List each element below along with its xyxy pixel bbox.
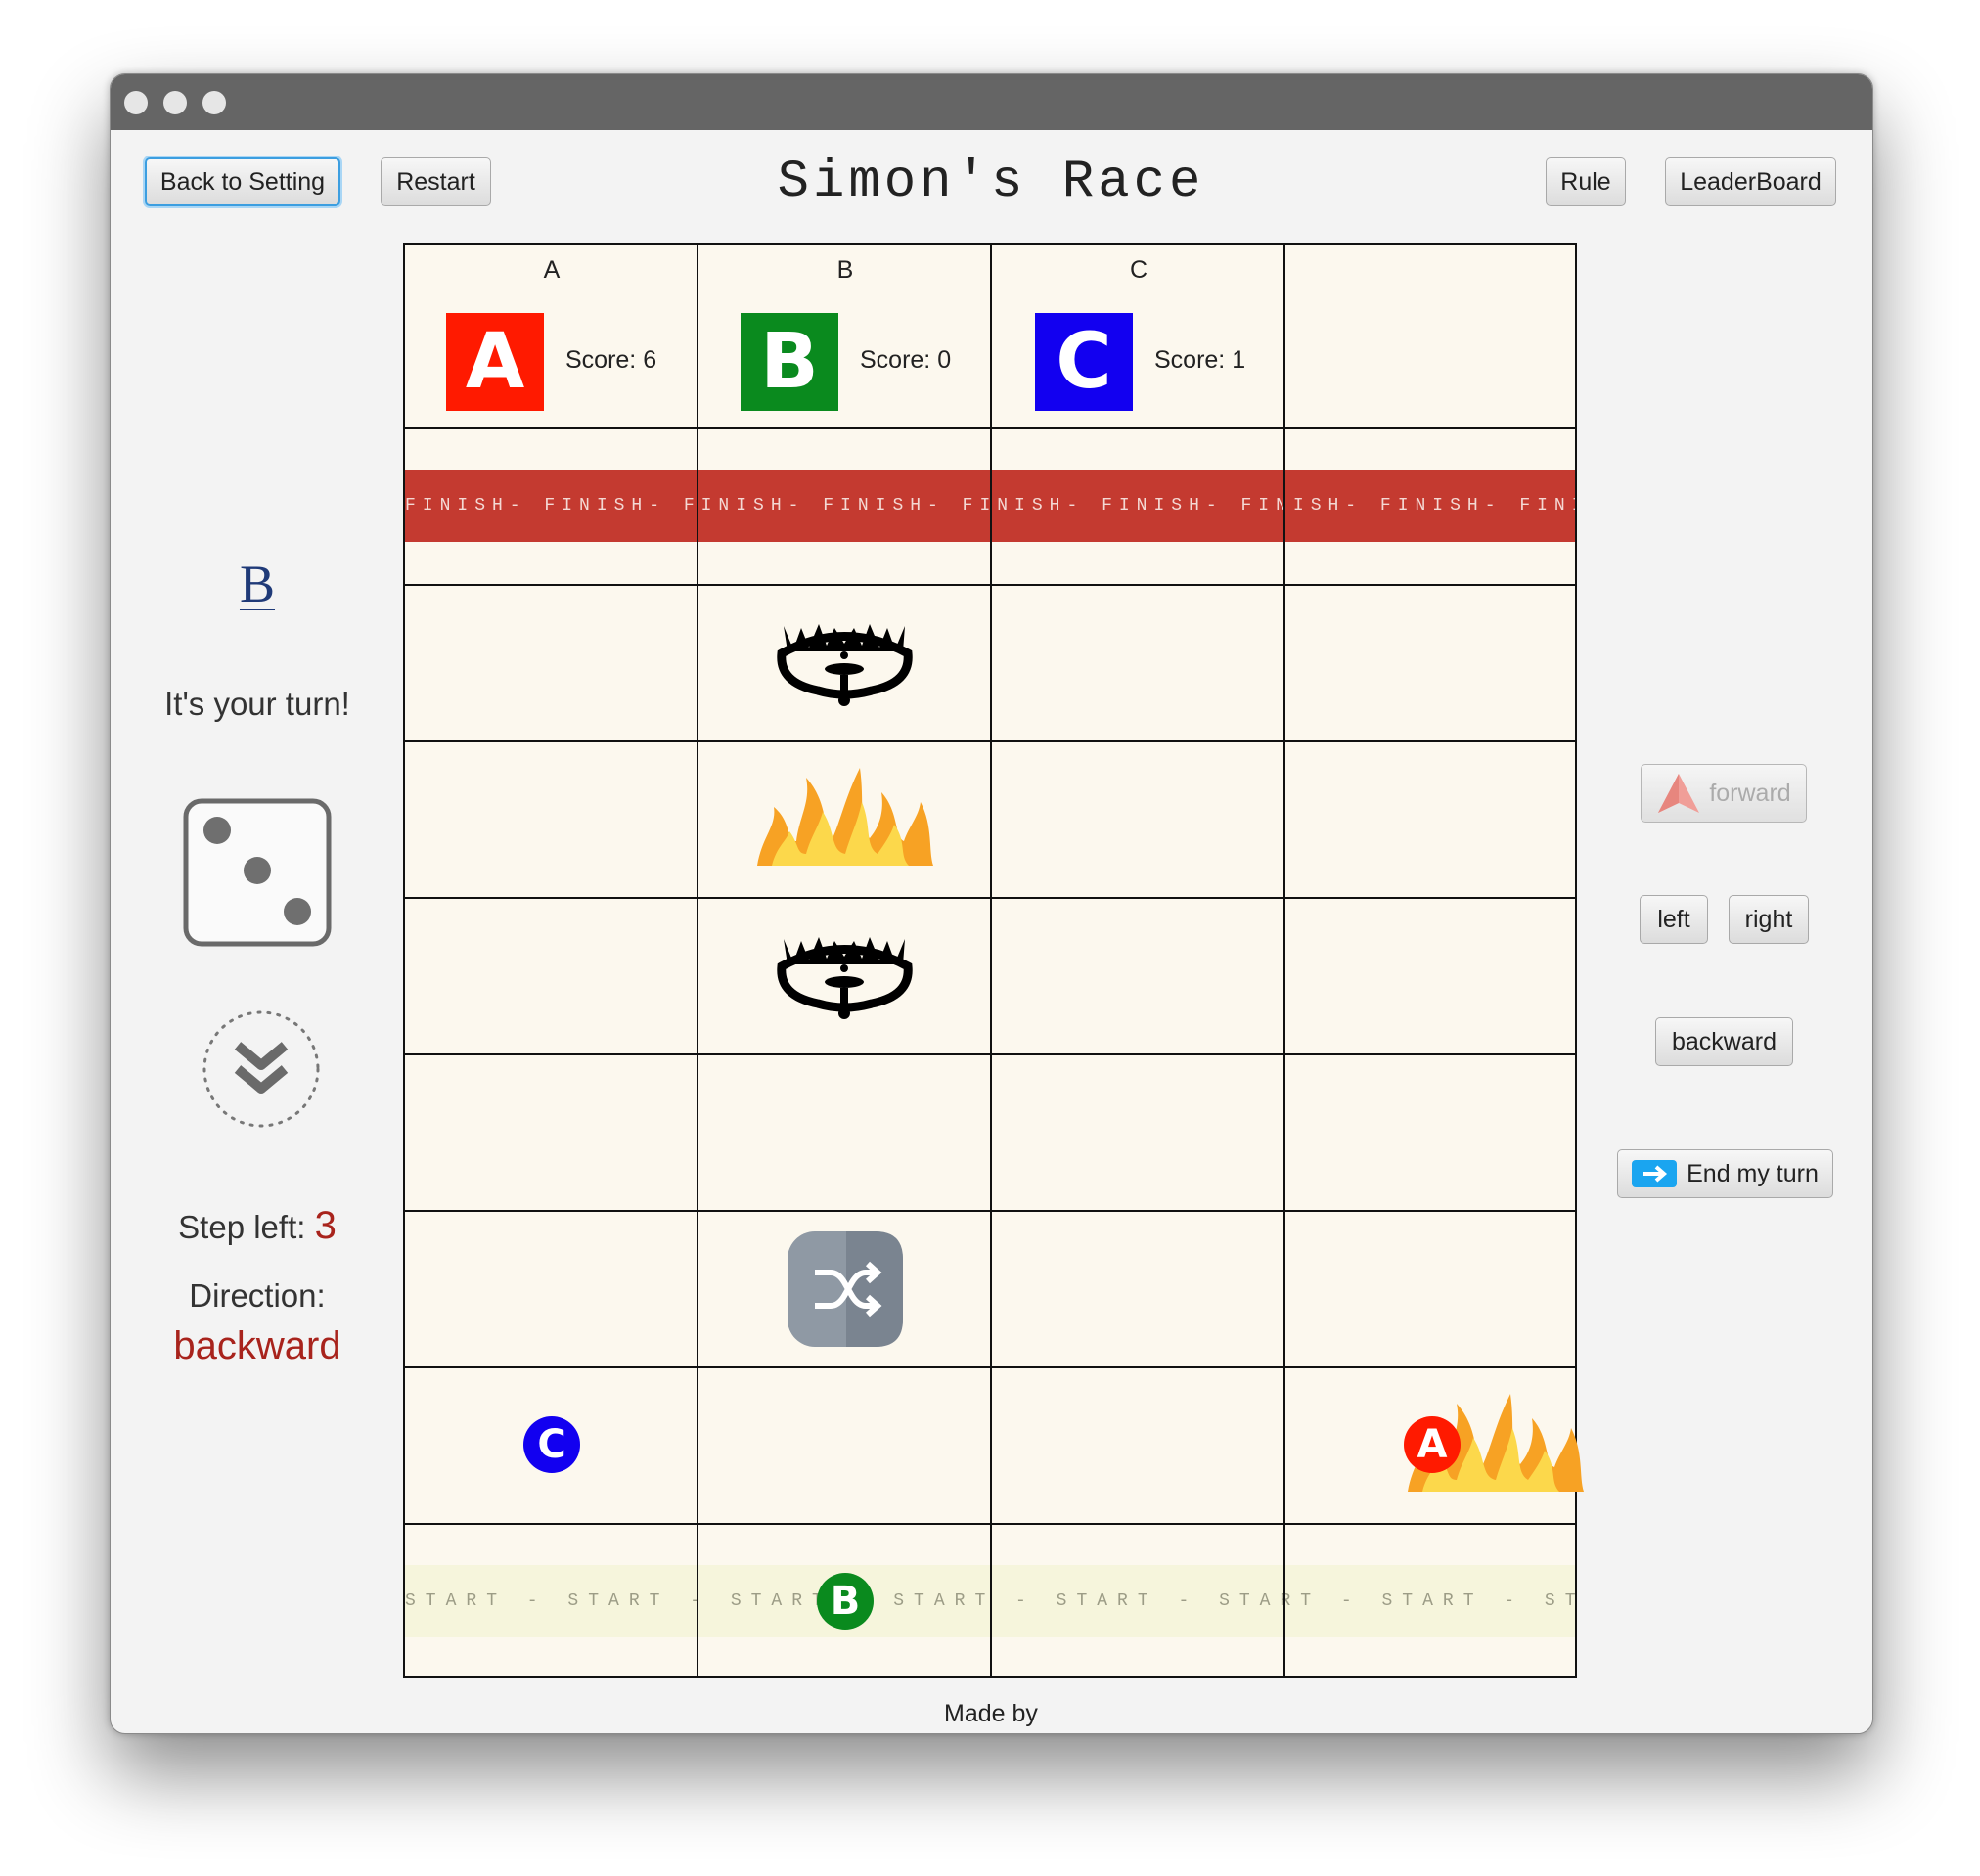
page-title: Simon's Race <box>777 153 1205 212</box>
title-bar <box>111 74 1872 130</box>
player-a-score: Score: 6 <box>565 346 657 374</box>
column-header-b: B <box>836 256 854 284</box>
app-window: Back to Setting Restart Simon's Race Rul… <box>110 73 1873 1734</box>
window-close-button[interactable] <box>124 91 148 114</box>
dice-pip <box>244 857 271 884</box>
back-to-setting-button[interactable]: Back to Setting <box>145 157 340 206</box>
end-turn-label: End my turn <box>1687 1159 1819 1187</box>
steps-left-row: Step left: 3 <box>130 1204 384 1248</box>
player-a-token: A <box>1404 1416 1461 1473</box>
steps-left-label: Step left: <box>178 1209 306 1245</box>
column-header-c: C <box>1129 256 1148 284</box>
window-maximize-button[interactable] <box>202 91 226 114</box>
dice-pip <box>284 898 311 925</box>
right-button[interactable]: right <box>1729 895 1809 944</box>
bear-trap-icon <box>777 624 913 706</box>
bear-trap-icon <box>777 937 913 1019</box>
player-c-score: Score: 1 <box>1154 346 1246 374</box>
player-c-token: C <box>523 1416 580 1473</box>
forward-arrow-icon <box>1658 774 1700 813</box>
direction-value: backward <box>173 1324 341 1367</box>
double-chevron-down-icon[interactable] <box>201 1008 322 1130</box>
dice-face[interactable] <box>183 798 332 947</box>
rule-button[interactable]: Rule <box>1546 157 1626 206</box>
window-minimize-button[interactable] <box>163 91 187 114</box>
player-b-token: B <box>817 1573 874 1630</box>
arrow-right-icon <box>1632 1160 1678 1187</box>
player-b-score: Score: 0 <box>860 346 952 374</box>
player-b-badge: B <box>741 313 838 411</box>
left-button[interactable]: left <box>1640 895 1708 944</box>
end-turn-button[interactable]: End my turn <box>1617 1149 1833 1198</box>
backward-button[interactable]: backward <box>1655 1017 1793 1066</box>
footer-credit: Made by <box>944 1700 1038 1727</box>
turn-message: It's your turn! <box>164 686 350 722</box>
player-a-badge: A <box>446 313 544 411</box>
steps-left-value: 3 <box>314 1204 337 1247</box>
player-c-badge: C <box>1035 313 1133 411</box>
race-board: FINISH- FINISH- FINISH- FINISH- FINISH- … <box>403 243 1584 1678</box>
direction-label: Direction: <box>189 1277 326 1314</box>
forward-label: forward <box>1709 779 1791 807</box>
forward-button[interactable]: forward <box>1641 764 1807 823</box>
restart-button[interactable]: Restart <box>381 157 491 206</box>
column-header-a: A <box>543 256 561 284</box>
current-player-label: B <box>239 555 276 613</box>
dice-pip <box>203 817 231 844</box>
leaderboard-button[interactable]: LeaderBoard <box>1665 157 1836 206</box>
shuffle-icon <box>788 1231 903 1347</box>
fire-icon <box>757 768 933 866</box>
